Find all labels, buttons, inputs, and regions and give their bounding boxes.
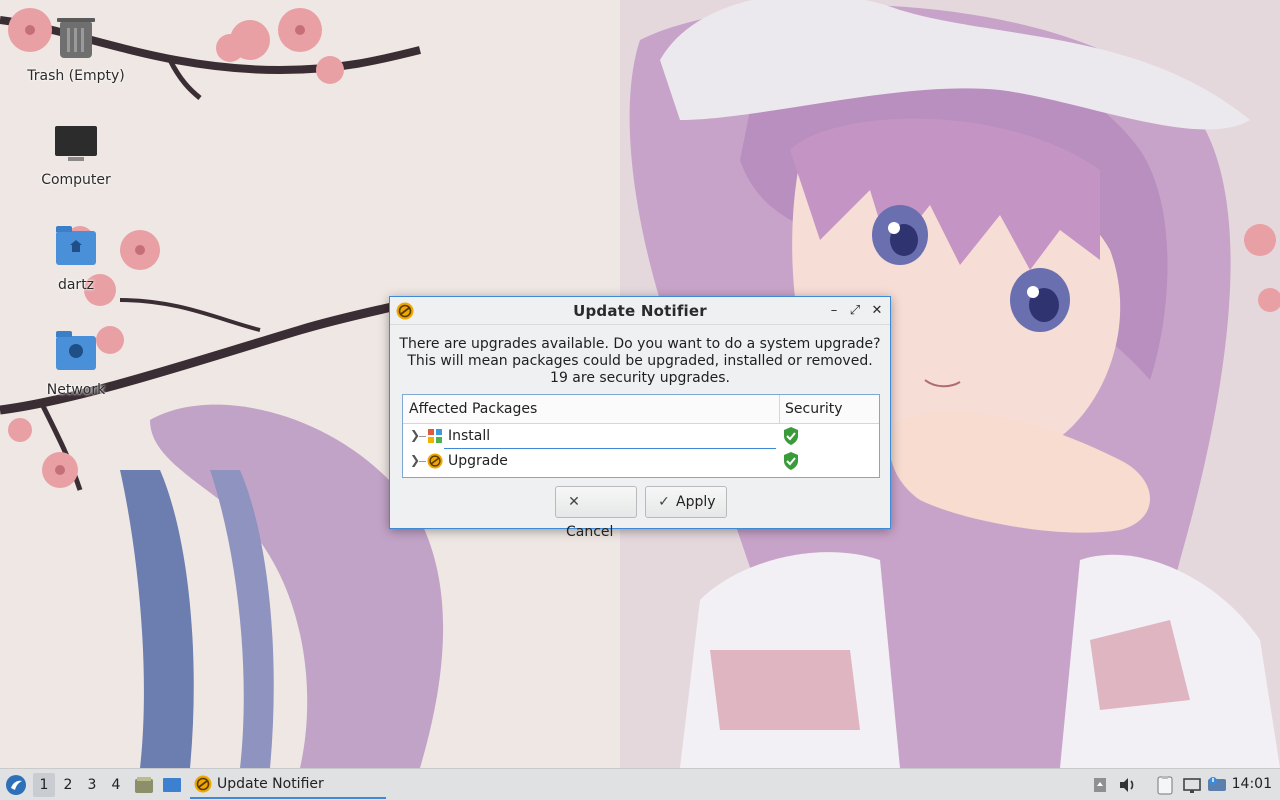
workspace-1[interactable]: 1 [33, 773, 55, 797]
maximize-button[interactable]: ⤢ [847, 303, 863, 319]
expander-arrow-icon[interactable]: ❯ [410, 453, 420, 467]
tree-row-label: Upgrade [448, 453, 508, 469]
close-icon: ✕ [568, 494, 580, 510]
clipboard-icon[interactable] [1155, 775, 1175, 795]
desktop-icon-label: Trash (Empty) [27, 68, 125, 84]
upgrade-icon [427, 453, 443, 469]
column-header-security[interactable]: Security [785, 401, 843, 417]
taskbar-task-update-notifier[interactable]: Update Notifier [190, 769, 386, 799]
cancel-button-label: Cancel [566, 524, 614, 540]
workspace-4[interactable]: 4 [105, 769, 127, 800]
desktop-icon-home[interactable]: dartz [21, 225, 131, 293]
tree-row-label: Install [448, 428, 491, 444]
desktop-icon-label: dartz [57, 277, 95, 293]
tree-header: Affected Packages Security [403, 395, 879, 424]
computer-icon [52, 120, 100, 168]
start-menu-icon[interactable] [5, 774, 27, 796]
desktop-icon-label: Network [46, 382, 106, 398]
scroll-up-icon[interactable] [1090, 775, 1110, 795]
taskbar: 1 2 3 4 Update Notifier 14:01 [0, 768, 1280, 800]
network-folder-icon [52, 330, 100, 378]
dialog-message: There are upgrades available. Do you wan… [390, 336, 890, 387]
volume-icon[interactable] [1117, 775, 1137, 795]
column-header-affected-packages[interactable]: Affected Packages [409, 401, 537, 417]
dialog-titlebar[interactable]: Update Notifier – ⤢ ✕ [390, 297, 890, 325]
message-line: 19 are security upgrades. [550, 370, 730, 386]
tree-row-install[interactable]: ❯ Install [403, 424, 879, 449]
taskbar-clock[interactable]: 14:01 [1232, 776, 1272, 792]
tree-connector [419, 436, 426, 437]
dialog-title: Update Notifier [573, 302, 707, 320]
workspace-2[interactable]: 2 [57, 769, 79, 800]
desktop-icon-computer[interactable]: Computer [21, 120, 131, 188]
apply-button-label: Apply [676, 494, 716, 510]
home-folder-icon [52, 225, 100, 273]
update-notifier-icon [194, 775, 212, 793]
install-icon [428, 429, 442, 443]
taskbar-task-label: Update Notifier [217, 776, 324, 792]
tree-row-upgrade[interactable]: ❯ Upgrade [403, 449, 879, 474]
shield-check-icon [784, 452, 798, 470]
check-icon: ✓ [658, 494, 670, 510]
show-desktop-icon[interactable] [162, 775, 182, 795]
affected-packages-tree[interactable]: Affected Packages Security ❯ Install ❯ U… [402, 394, 880, 478]
minimize-button[interactable]: – [826, 303, 842, 319]
workspace-3[interactable]: 3 [81, 769, 103, 800]
cancel-button[interactable]: ✕ Cancel [555, 486, 637, 540]
file-manager-icon[interactable] [134, 775, 154, 795]
update-notifier-dialog: Update Notifier – ⤢ ✕ There are upgrades… [389, 296, 891, 540]
network-status-icon[interactable] [1182, 775, 1202, 795]
tree-connector [419, 461, 426, 462]
update-available-icon[interactable] [1207, 775, 1227, 795]
expander-arrow-icon[interactable]: ❯ [410, 428, 420, 442]
apply-button[interactable]: ✓ Apply [645, 486, 727, 518]
column-divider[interactable] [779, 395, 780, 423]
message-line: This will mean packages could be upgrade… [407, 353, 873, 369]
close-button[interactable]: ✕ [869, 303, 885, 319]
desktop-icon-trash[interactable]: Trash (Empty) [21, 16, 131, 84]
trash-icon [52, 16, 100, 64]
message-line: There are upgrades available. Do you wan… [399, 336, 881, 352]
shield-check-icon [784, 427, 798, 445]
desktop-icon-label: Computer [41, 172, 111, 188]
desktop-icon-network[interactable]: Network [21, 330, 131, 398]
